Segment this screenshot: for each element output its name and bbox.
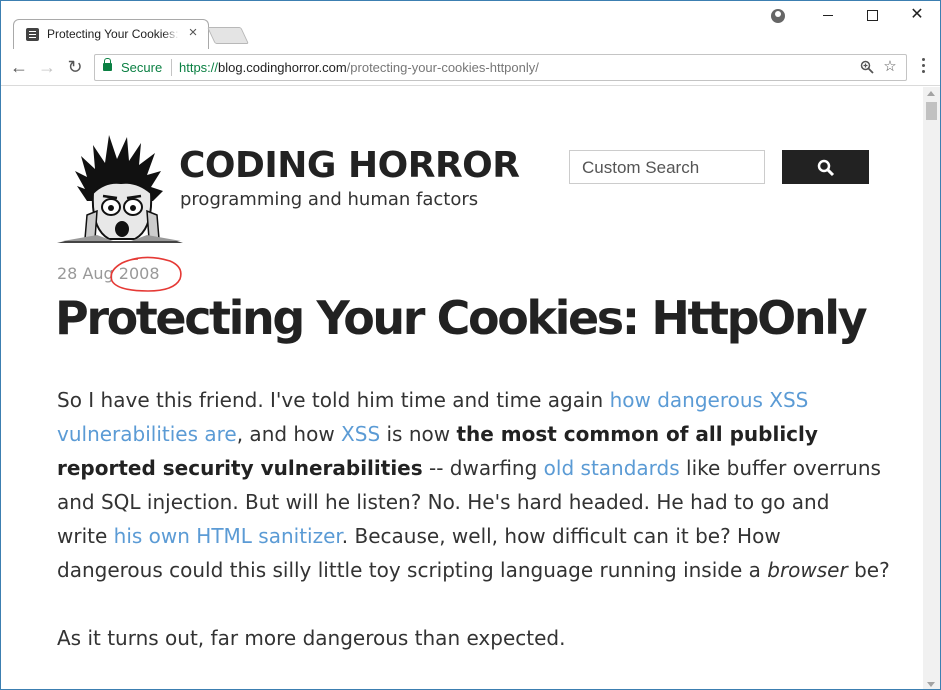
- zoom-icon[interactable]: [859, 60, 875, 76]
- text-run: write: [57, 524, 114, 548]
- url-path: /protecting-your-cookies-httponly/: [346, 60, 539, 75]
- paragraph-line: write his own HTML sanitizer. Because, w…: [57, 519, 877, 553]
- bold-text: the most common of all publicly: [456, 422, 818, 446]
- text-run: dangerous could this silly little toy sc…: [57, 558, 768, 582]
- paragraph-line: vulnerabilities are, and how XSS is now …: [57, 417, 877, 451]
- red-circle-annotation: [110, 256, 182, 292]
- post-body: So I have this friend. I've told him tim…: [57, 383, 890, 689]
- post-title: Protecting Your Cookies: HttpOnly: [55, 291, 868, 345]
- url-scheme: https://: [179, 60, 219, 75]
- text-run: be?: [847, 558, 890, 582]
- italic-text: browser: [767, 558, 848, 582]
- new-tab-button[interactable]: [207, 27, 249, 44]
- link-vulnerabilities-are[interactable]: vulnerabilities are: [57, 422, 237, 446]
- maximize-button[interactable]: [861, 5, 883, 25]
- profile-icon[interactable]: [771, 9, 785, 23]
- browser-window: Protecting Your Cookies: HttpOnly × ✕ ← …: [0, 0, 941, 690]
- forward-arrow-icon[interactable]: →: [37, 57, 57, 77]
- reload-icon[interactable]: ↻: [65, 57, 85, 77]
- page-content: CODING HORROR programming and human fact…: [1, 87, 923, 689]
- coding-horror-logo[interactable]: [57, 131, 183, 243]
- back-arrow-icon[interactable]: ←: [9, 57, 29, 77]
- link-old-standards[interactable]: old standards: [544, 456, 680, 480]
- minimize-button[interactable]: [817, 5, 839, 25]
- secure-label: Secure: [121, 60, 163, 75]
- url-host: blog.codinghorror.com: [218, 60, 347, 75]
- text-run: is now: [380, 422, 457, 446]
- link-html-sanitizer[interactable]: his own HTML sanitizer: [114, 524, 342, 548]
- site-title[interactable]: CODING HORROR: [179, 145, 520, 186]
- kebab-menu-icon[interactable]: [915, 58, 931, 78]
- search-field-container: [569, 150, 765, 184]
- bold-text: reported security vulnerabilities: [57, 456, 423, 480]
- scroll-down-arrow-icon[interactable]: [927, 682, 935, 687]
- tab-close-icon[interactable]: ×: [186, 25, 200, 41]
- vertical-scrollbar[interactable]: [923, 87, 940, 689]
- paragraph-line: So I have this friend. I've told him tim…: [57, 383, 877, 417]
- close-window-button[interactable]: ✕: [906, 5, 928, 25]
- text-run: So I have this friend. I've told him tim…: [57, 388, 610, 412]
- tab-strip: Protecting Your Cookies: HttpOnly × ✕: [1, 1, 940, 49]
- text-run: -- dwarfing: [422, 456, 544, 480]
- search-button[interactable]: [782, 150, 869, 184]
- post-date-daymonth: 28 Aug: [57, 264, 114, 283]
- browser-toolbar: ← → ↻ Secure https://blog.codinghorror.c…: [1, 49, 940, 86]
- paragraph-line: reported security vulnerabilities -- dwa…: [57, 451, 881, 485]
- tab-active[interactable]: Protecting Your Cookies: HttpOnly ×: [13, 19, 209, 49]
- site-tagline: programming and human factors: [180, 189, 479, 210]
- paragraph-line: dangerous could this silly little toy sc…: [57, 553, 890, 587]
- text-run: . Because, well, how difficult can it be…: [341, 524, 781, 548]
- favicon-icon: [26, 28, 39, 41]
- search-input[interactable]: [582, 158, 762, 178]
- scroll-thumb[interactable]: [926, 102, 937, 120]
- text-run: like buffer overruns: [679, 456, 881, 480]
- lock-icon: [103, 58, 112, 71]
- paragraph: As it turns out, far more dangerous than…: [57, 626, 566, 650]
- link-how-dangerous-xss[interactable]: how dangerous XSS: [610, 388, 809, 412]
- search-icon: [817, 159, 835, 177]
- paragraph: So I have this friend. I've told him tim…: [57, 383, 890, 587]
- omnibox-divider: [171, 59, 172, 76]
- url-text[interactable]: https://blog.codinghorror.com/protecting…: [179, 60, 539, 75]
- address-bar[interactable]: Secure https://blog.codinghorror.com/pro…: [94, 54, 907, 81]
- paragraph-line: and SQL injection. But will he listen? N…: [57, 490, 830, 514]
- scroll-up-arrow-icon[interactable]: [927, 91, 935, 96]
- bookmark-star-icon[interactable]: ☆: [882, 59, 898, 75]
- text-run: , and how: [236, 422, 342, 446]
- link-xss[interactable]: XSS: [341, 422, 380, 446]
- tab-title: Protecting Your Cookies: HttpOnly: [47, 27, 179, 41]
